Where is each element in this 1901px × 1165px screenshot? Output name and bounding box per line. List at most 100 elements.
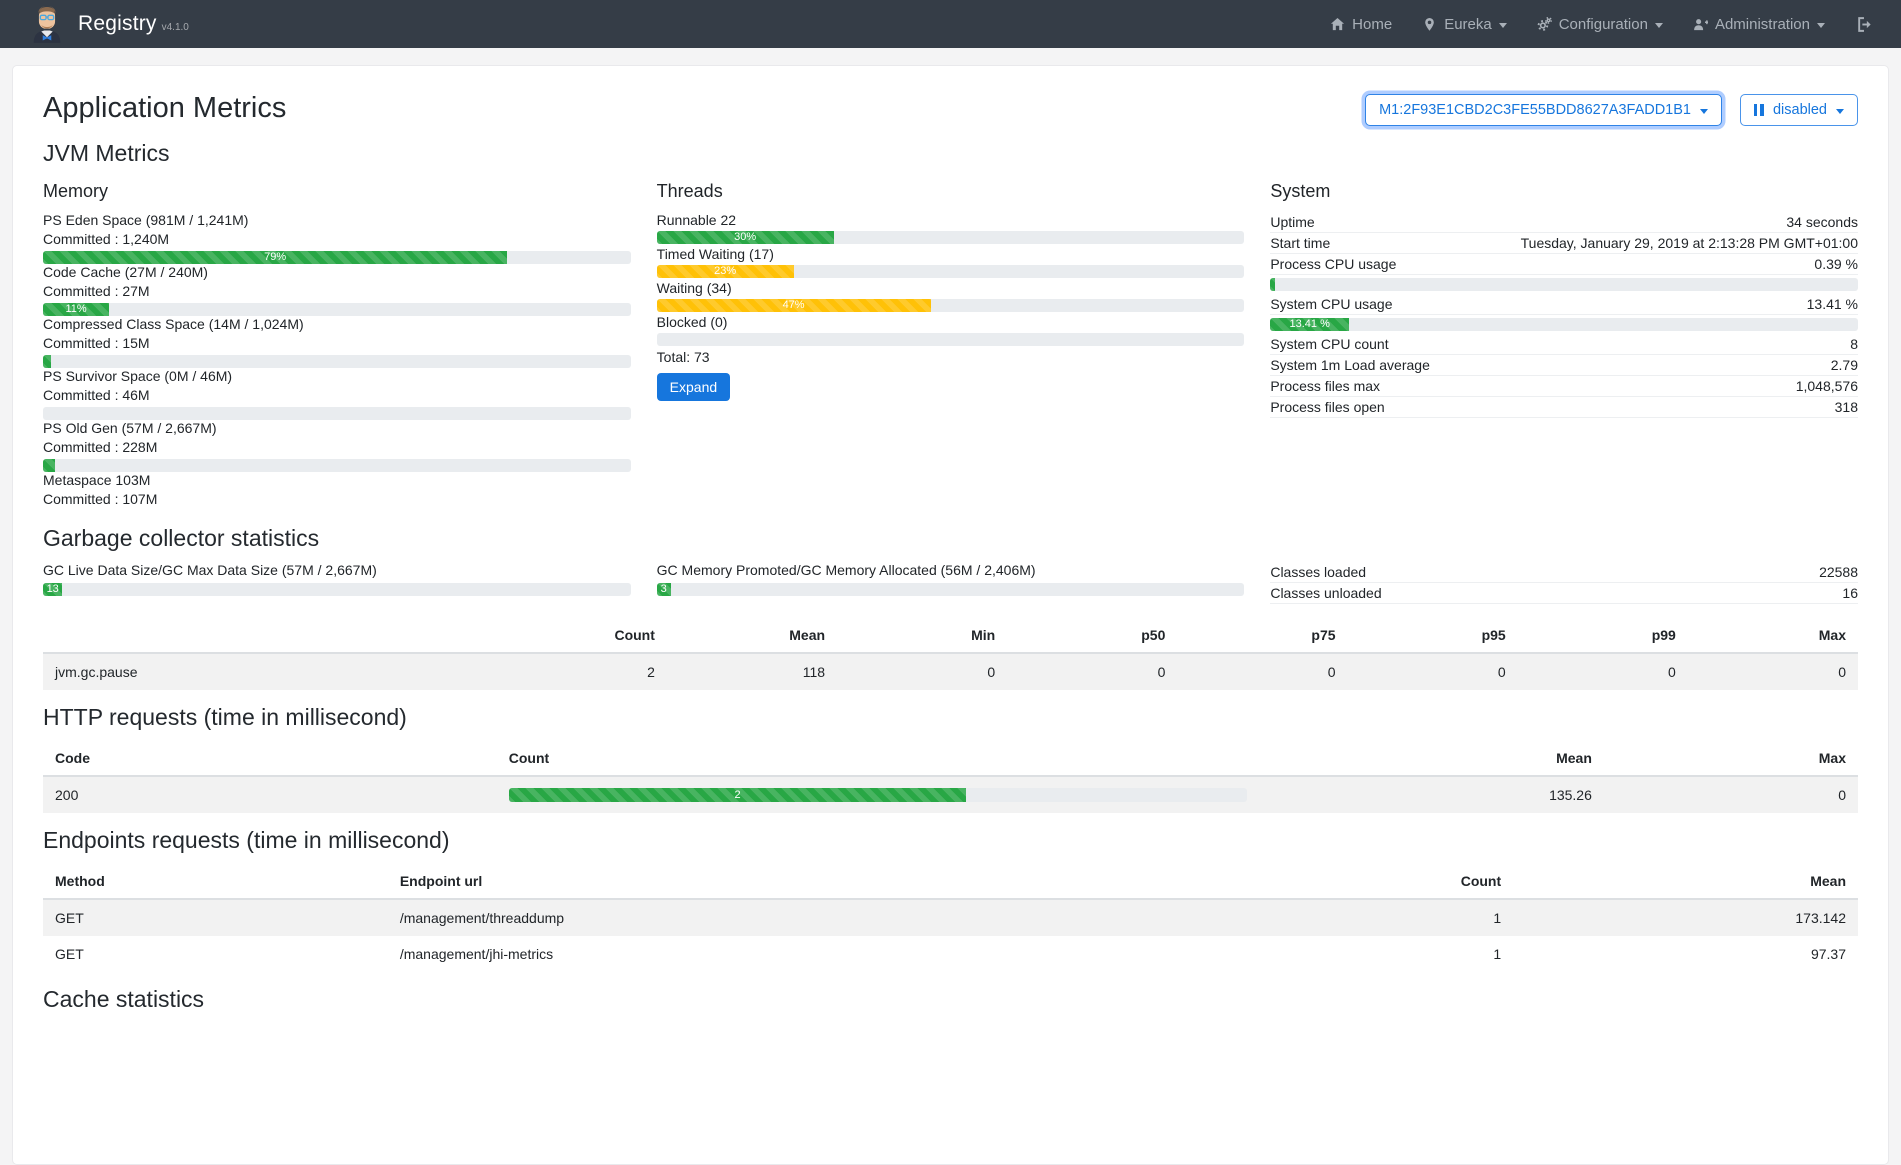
memory-item: Compressed Class Space (14M / 1,024M) Co… bbox=[43, 316, 631, 368]
progress-label: 79% bbox=[264, 251, 286, 264]
memory-column: Memory PS Eden Space (981M / 1,241M) Com… bbox=[43, 177, 631, 511]
metric-title: Timed Waiting (17) bbox=[657, 246, 1245, 263]
memory-item: Metaspace 103M Committed : 107M bbox=[43, 472, 631, 508]
progress-track: 30% bbox=[657, 231, 1245, 244]
chevron-down-icon bbox=[1499, 23, 1507, 28]
progress-track: 23% bbox=[657, 265, 1245, 278]
system-row-value: Tuesday, January 29, 2019 at 2:13:28 PM … bbox=[1521, 235, 1858, 252]
system-row-value: 13.41 % bbox=[1807, 296, 1858, 313]
instance-selector-dropdown[interactable]: M1:2F93E1CBD2C3FE55BDD8627A3FADD1B1 bbox=[1365, 94, 1722, 126]
system-row-label: System CPU usage bbox=[1270, 296, 1392, 313]
gc-classes: Classes loaded 22588 Classes unloaded 16 bbox=[1270, 562, 1858, 604]
refresh-toggle-dropdown[interactable]: disabled bbox=[1740, 94, 1858, 126]
system-row: Start time Tuesday, January 29, 2019 at … bbox=[1270, 233, 1858, 254]
cell-mean: 118 bbox=[667, 653, 837, 690]
column-header: p75 bbox=[1177, 618, 1347, 653]
metric-title: PS Old Gen (57M / 2,667M) bbox=[43, 420, 631, 437]
column-header: Mean bbox=[667, 618, 837, 653]
metric-committed: Committed : 15M bbox=[43, 335, 631, 352]
instance-selector-label: M1:2F93E1CBD2C3FE55BDD8627A3FADD1B1 bbox=[1379, 102, 1691, 118]
metric-title: Metaspace 103M bbox=[43, 472, 631, 489]
cell-p50: 0 bbox=[1007, 653, 1177, 690]
progress-label: 13.41 % bbox=[1290, 318, 1330, 331]
chevron-down-icon bbox=[1655, 23, 1663, 28]
http-requests-heading: HTTP requests (time in millisecond) bbox=[43, 704, 1858, 731]
metric-title: Runnable 22 bbox=[657, 212, 1245, 229]
metric-title: Waiting (34) bbox=[657, 280, 1245, 297]
progress-track bbox=[1270, 278, 1858, 291]
classes-row: Classes unloaded 16 bbox=[1270, 583, 1858, 604]
expand-button[interactable]: Expand bbox=[657, 373, 730, 401]
progress-track: 11% bbox=[43, 303, 631, 316]
progress-track bbox=[657, 333, 1245, 346]
page-header: Application Metrics M1:2F93E1CBD2C3FE55B… bbox=[43, 90, 1858, 126]
gc-metric-name: jvm.gc.pause bbox=[43, 653, 497, 690]
cache-statistics-heading: Cache statistics bbox=[43, 986, 1858, 1013]
nav-item-label: Administration bbox=[1715, 16, 1810, 33]
cell-max: 0 bbox=[1688, 653, 1858, 690]
pause-icon bbox=[1754, 104, 1764, 116]
metric-title: Code Cache (27M / 240M) bbox=[43, 264, 631, 281]
cell-code: 200 bbox=[43, 776, 497, 813]
cell-p75: 0 bbox=[1177, 653, 1347, 690]
gc-heading: Garbage collector statistics bbox=[43, 525, 1858, 552]
progress-fill: 79% bbox=[43, 251, 507, 264]
metric-committed: Committed : 27M bbox=[43, 283, 631, 300]
system-row: Process files open 318 bbox=[1270, 397, 1858, 418]
nav-item-eureka[interactable]: Eureka bbox=[1407, 16, 1522, 33]
progress-fill: 30% bbox=[657, 231, 834, 244]
sign-out-icon bbox=[1856, 16, 1873, 33]
progress-track bbox=[43, 355, 631, 368]
system-row-value: 318 bbox=[1835, 399, 1858, 416]
cell-p99: 0 bbox=[1518, 653, 1688, 690]
classes-row: Classes loaded 22588 bbox=[1270, 562, 1858, 583]
threads-column: Threads Runnable 22 30% Timed Waiting (1… bbox=[657, 177, 1245, 511]
column-header: Max bbox=[1688, 618, 1858, 653]
nav-item-administration[interactable]: Administration bbox=[1678, 16, 1840, 33]
nav-item-configuration[interactable]: Configuration bbox=[1522, 16, 1678, 33]
system-row-value: 34 seconds bbox=[1786, 214, 1858, 231]
brand-link[interactable]: Registry v4.1.0 bbox=[78, 12, 189, 36]
progress-fill: 23% bbox=[657, 265, 794, 278]
progress-track: 2 bbox=[509, 788, 1247, 802]
header-controls: M1:2F93E1CBD2C3FE55BDD8627A3FADD1B1 disa… bbox=[1365, 94, 1858, 126]
progress-label: 3 bbox=[661, 583, 667, 596]
system-row: System CPU count 8 bbox=[1270, 334, 1858, 355]
chevron-down-icon bbox=[1700, 109, 1708, 114]
jhipster-logo bbox=[28, 1, 66, 48]
progress-track bbox=[43, 407, 631, 420]
system-row-label: Process files open bbox=[1270, 399, 1384, 416]
sign-out-button[interactable] bbox=[1840, 16, 1875, 33]
progress-label: 30% bbox=[734, 231, 756, 244]
cell-method: GET bbox=[43, 899, 388, 936]
cell-mean: 97.37 bbox=[1513, 936, 1858, 972]
progress-fill: 11% bbox=[43, 303, 109, 316]
gc-grid: GC Live Data Size/GC Max Data Size (57M … bbox=[43, 562, 1858, 604]
cell-url: /management/jhi-metrics bbox=[388, 936, 1205, 972]
progress-track: 13.41 % bbox=[1270, 318, 1858, 331]
metric-committed: Committed : 228M bbox=[43, 439, 631, 456]
system-row: Process CPU usage 0.39 % bbox=[1270, 254, 1858, 275]
metric-title: GC Memory Promoted/GC Memory Allocated (… bbox=[657, 562, 1245, 579]
navbar: Registry v4.1.0 Home Eureka Configuratio… bbox=[0, 0, 1901, 48]
system-heading: System bbox=[1270, 181, 1858, 202]
metric-title: Compressed Class Space (14M / 1,024M) bbox=[43, 316, 631, 333]
progress-fill: 13.41 % bbox=[1270, 318, 1349, 331]
table-row: GET /management/jhi-metrics 1 97.37 bbox=[43, 936, 1858, 972]
thread-item: Waiting (34) 47% bbox=[657, 280, 1245, 312]
table-row: GET /management/threaddump 1 173.142 bbox=[43, 899, 1858, 936]
memory-item: PS Old Gen (57M / 2,667M) Committed : 22… bbox=[43, 420, 631, 472]
metric-committed: Committed : 46M bbox=[43, 387, 631, 404]
progress-fill bbox=[1270, 278, 1275, 291]
classes-row-label: Classes loaded bbox=[1270, 564, 1366, 581]
system-row-label: Process CPU usage bbox=[1270, 256, 1396, 273]
system-row-label: Start time bbox=[1270, 235, 1330, 252]
cell-count: 2 bbox=[497, 653, 667, 690]
system-row-label: Process files max bbox=[1270, 378, 1380, 395]
home-icon bbox=[1330, 17, 1345, 32]
thread-item: Blocked (0) bbox=[657, 314, 1245, 346]
cell-method: GET bbox=[43, 936, 388, 972]
progress-fill bbox=[43, 355, 51, 368]
nav-item-home[interactable]: Home bbox=[1315, 16, 1407, 33]
progress-fill: 2 bbox=[509, 788, 967, 802]
